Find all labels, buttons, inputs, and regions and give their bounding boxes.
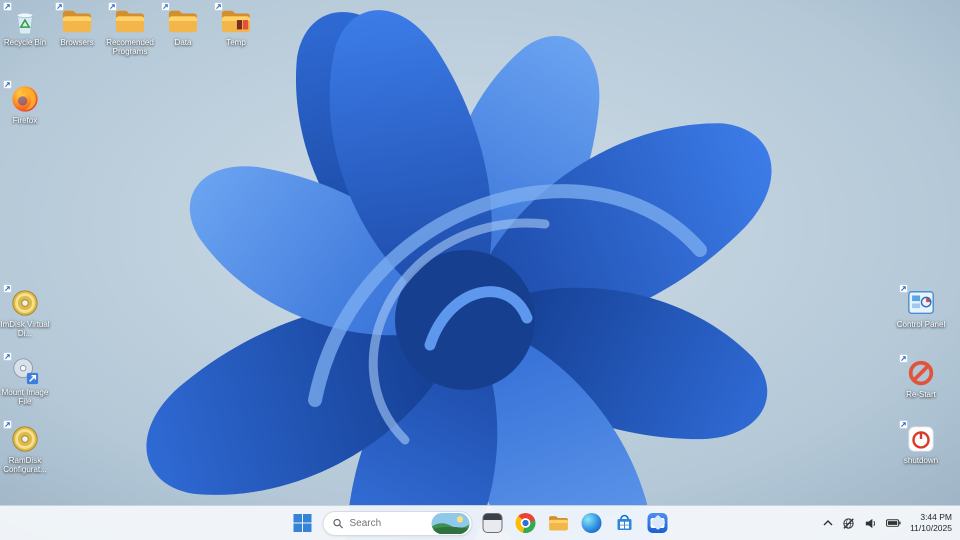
- desktop-icon-label: ImDisk Virtual Di...: [0, 320, 50, 339]
- bing-daily-thumbnail[interactable]: [431, 512, 470, 534]
- taskbar-app-store[interactable]: [612, 510, 638, 536]
- taskbar-app-window[interactable]: [480, 510, 506, 536]
- shortcut-arrow-icon: [3, 352, 12, 361]
- desktop-icon-label: Control Panel: [896, 320, 946, 329]
- taskbar-app-file-explorer[interactable]: [546, 510, 572, 536]
- search-icon: [333, 518, 344, 529]
- folder-icon: [55, 2, 92, 36]
- system-tray: 3:44 PM 11/10/2025: [823, 506, 956, 540]
- desktop-icon-recycle-bin[interactable]: Recycle Bin: [0, 2, 53, 47]
- desktop-icon-temp[interactable]: Temp: [208, 2, 264, 47]
- shortcut-arrow-icon: [899, 284, 908, 293]
- desktop-icon-label: Recycle Bin: [3, 38, 47, 47]
- desktop-icon-mount-image[interactable]: Mount Image File: [0, 352, 53, 407]
- taskbar-app-chrome[interactable]: [513, 510, 539, 536]
- windows-start-icon: [293, 514, 312, 532]
- desktop-icon-ramdisk[interactable]: RamDisk Configurat...: [0, 420, 53, 475]
- battery-icon: [886, 519, 901, 527]
- edge-icon: [581, 513, 602, 533]
- shutdown-icon: [899, 420, 936, 454]
- shortcut-arrow-icon: [899, 354, 908, 363]
- desktop-icon-browsers[interactable]: Browsers: [49, 2, 105, 47]
- recycle-bin-icon: [3, 2, 40, 36]
- taskbar-app-mail[interactable]: [645, 510, 671, 536]
- desktop-icon-firefox[interactable]: Firefox: [0, 80, 53, 125]
- desktop-icon-label: shutdown: [903, 456, 939, 465]
- clock-time: 3:44 PM: [920, 511, 952, 522]
- shortcut-arrow-icon: [3, 80, 12, 89]
- shortcut-arrow-icon: [161, 2, 170, 11]
- desktop-icon-shutdown[interactable]: shutdown: [893, 420, 949, 465]
- desktop-icon-recommended-programs[interactable]: Recomended Programs: [102, 2, 158, 57]
- taskbar-center-group: [290, 506, 671, 540]
- shortcut-arrow-icon: [55, 2, 64, 11]
- desktop-background[interactable]: Recycle Bin Browsers Recomended Programs…: [0, 0, 960, 540]
- desktop-icon-label: Browsers: [60, 38, 94, 47]
- desktop-icon-label: RamDisk Configurat...: [3, 456, 47, 475]
- shortcut-arrow-icon: [3, 2, 12, 11]
- disc-mount-icon: [3, 352, 40, 386]
- desktop-icon-restart[interactable]: Re-Start: [893, 354, 949, 399]
- volume-icon: [865, 518, 876, 528]
- desktop-icon-label: Temp: [226, 38, 246, 47]
- control-panel-icon: [899, 284, 936, 318]
- app-window-icon: [482, 513, 503, 533]
- desktop-icon-label: Data: [174, 38, 192, 47]
- desktop-icon-control-panel[interactable]: Control Panel: [893, 284, 949, 329]
- volume-button[interactable]: [864, 506, 877, 540]
- desktop-icon-label: Firefox: [12, 116, 38, 125]
- chrome-icon: [515, 513, 536, 533]
- folder-tools-icon: [214, 2, 251, 36]
- folder-icon: [161, 2, 198, 36]
- clock-date: 11/10/2025: [910, 523, 952, 533]
- folder-icon: [108, 2, 145, 36]
- store-icon: [617, 514, 632, 530]
- search-input[interactable]: [349, 517, 426, 529]
- chevron-up-icon: [823, 520, 833, 526]
- shortcut-arrow-icon: [899, 420, 908, 429]
- no-internet-icon: [843, 517, 854, 529]
- shortcut-arrow-icon: [108, 2, 117, 11]
- start-button[interactable]: [290, 510, 316, 536]
- file-explorer-icon: [549, 516, 568, 531]
- firefox-icon: [3, 80, 40, 114]
- mail-icon: [647, 513, 668, 533]
- taskbar-clock[interactable]: 3:44 PM 11/10/2025: [910, 512, 952, 534]
- desktop-icon-label: Re-Start: [906, 390, 936, 399]
- taskbar-search-box[interactable]: [322, 510, 473, 536]
- desktop-icon-imdisk[interactable]: ImDisk Virtual Di...: [0, 284, 53, 339]
- gold-disc-icon: [3, 284, 40, 318]
- restart-icon: [899, 354, 936, 388]
- desktop-icon-label: Recomended Programs: [106, 38, 154, 57]
- desktop-icon-label: Mount Image File: [1, 388, 49, 407]
- battery-button[interactable]: [886, 506, 901, 540]
- taskbar: 3:44 PM 11/10/2025: [0, 505, 960, 540]
- gold-disc-icon: [3, 420, 40, 454]
- network-status-button[interactable]: [842, 506, 855, 540]
- hidden-icons-button[interactable]: [823, 506, 833, 540]
- wallpaper-bloom-image: [0, 0, 960, 540]
- shortcut-arrow-icon: [3, 420, 12, 429]
- shortcut-arrow-icon: [214, 2, 223, 11]
- desktop-icon-data[interactable]: Data: [155, 2, 211, 47]
- shortcut-arrow-icon: [3, 284, 12, 293]
- taskbar-app-edge[interactable]: [579, 510, 605, 536]
